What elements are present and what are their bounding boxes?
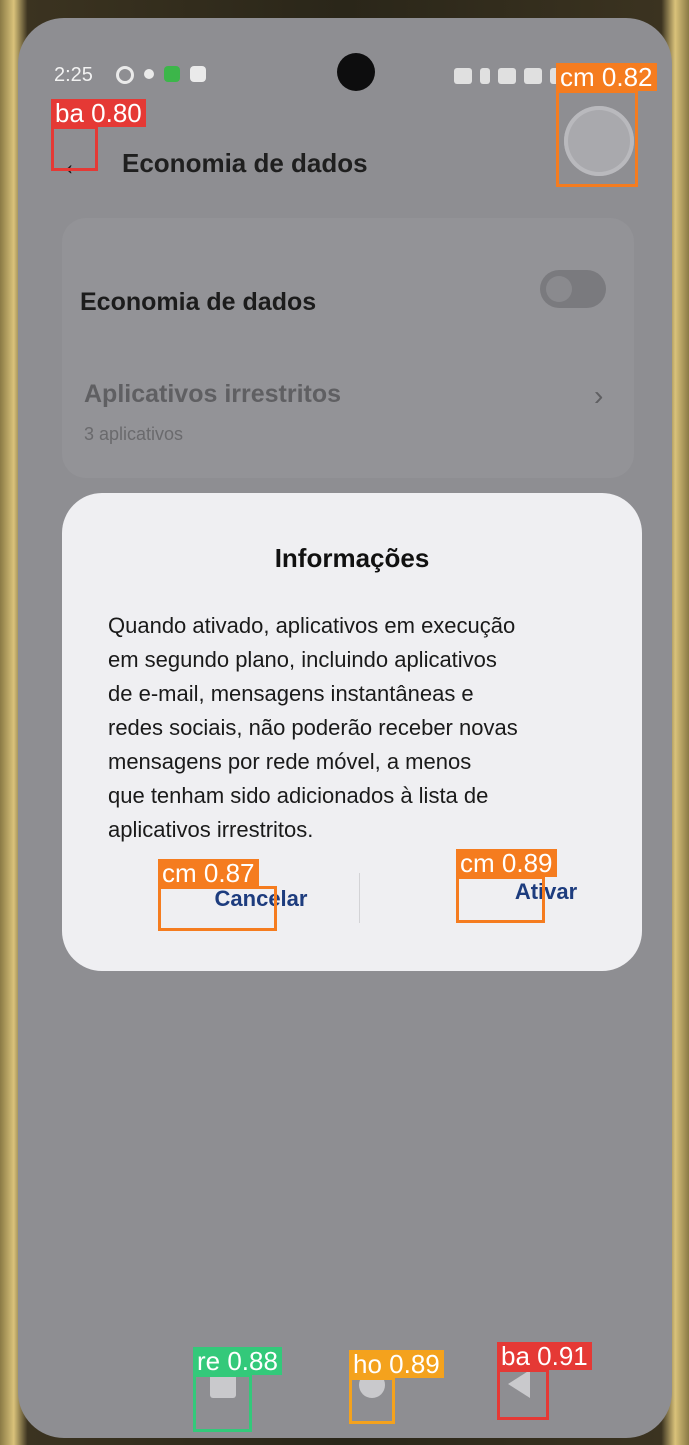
nfc-icon	[454, 68, 472, 84]
notification-icons	[116, 66, 206, 84]
status-bar: 2:25 73	[54, 60, 636, 90]
info-dialog: Informações Quando ativado, aplicativos …	[62, 493, 642, 971]
unrestricted-apps-count: 3 aplicativos	[84, 424, 184, 444]
chat-notification-icon	[190, 66, 206, 82]
button-divider	[359, 873, 360, 923]
detection-label: cm 0.87	[158, 859, 259, 887]
phone-screen: 2:25 73 ← Economia de dados Economia de …	[18, 18, 672, 1438]
detection-box: cm 0.89	[456, 849, 557, 923]
app-notification-icon	[164, 66, 180, 82]
dialog-message: Quando ativado, aplicativos em execução …	[108, 609, 618, 847]
chevron-right-icon[interactable]: ›	[594, 380, 603, 412]
status-time: 2:25	[54, 64, 93, 86]
detection-label: cm 0.82	[556, 63, 657, 91]
dialog-message-line: que tenham sido adicionados à lista de	[108, 783, 489, 808]
bug-notification-icon	[144, 69, 154, 79]
detection-box: ba 0.91	[497, 1342, 592, 1420]
dialog-message-line: aplicativos irrestritos.	[108, 817, 314, 842]
bluetooth-icon	[480, 68, 490, 84]
gear-notification-icon	[116, 66, 134, 84]
detection-label: ba 0.80	[51, 99, 146, 127]
settings-card: Economia de dados Aplicativos irrestrito…	[62, 218, 634, 478]
detection-box: cm 0.87	[158, 859, 277, 931]
dialog-title: Informações	[274, 543, 430, 573]
data-saver-toggle[interactable]	[540, 270, 606, 308]
wifi-icon	[498, 68, 516, 84]
unrestricted-apps-label[interactable]: Aplicativos irrestritos	[84, 380, 341, 409]
dialog-message-line: mensagens por rede móvel, a menos	[108, 749, 472, 774]
detection-box: ho 0.89	[349, 1350, 444, 1424]
data-saver-label: Economia de dados	[80, 288, 317, 316]
dialog-message-line: Quando ativado, aplicativos em execução	[108, 613, 516, 638]
detection-label: ho 0.89	[349, 1350, 444, 1378]
dialog-message-line: de e-mail, mensagens instantâneas e	[108, 681, 474, 706]
detection-label: cm 0.89	[456, 849, 557, 877]
page-title: Economia de dados	[122, 148, 368, 178]
detection-box: cm 0.82	[556, 63, 657, 187]
detection-box: re 0.88	[193, 1347, 282, 1432]
detection-label: re 0.88	[193, 1347, 282, 1375]
detection-label: ba 0.91	[497, 1342, 592, 1370]
dialog-message-line: redes sociais, não poderão receber novas	[108, 715, 518, 740]
detection-box: ba 0.80	[51, 99, 146, 171]
dialog-message-line: em segundo plano, incluindo aplicativos	[108, 647, 497, 672]
no-sim-icon	[524, 68, 542, 84]
